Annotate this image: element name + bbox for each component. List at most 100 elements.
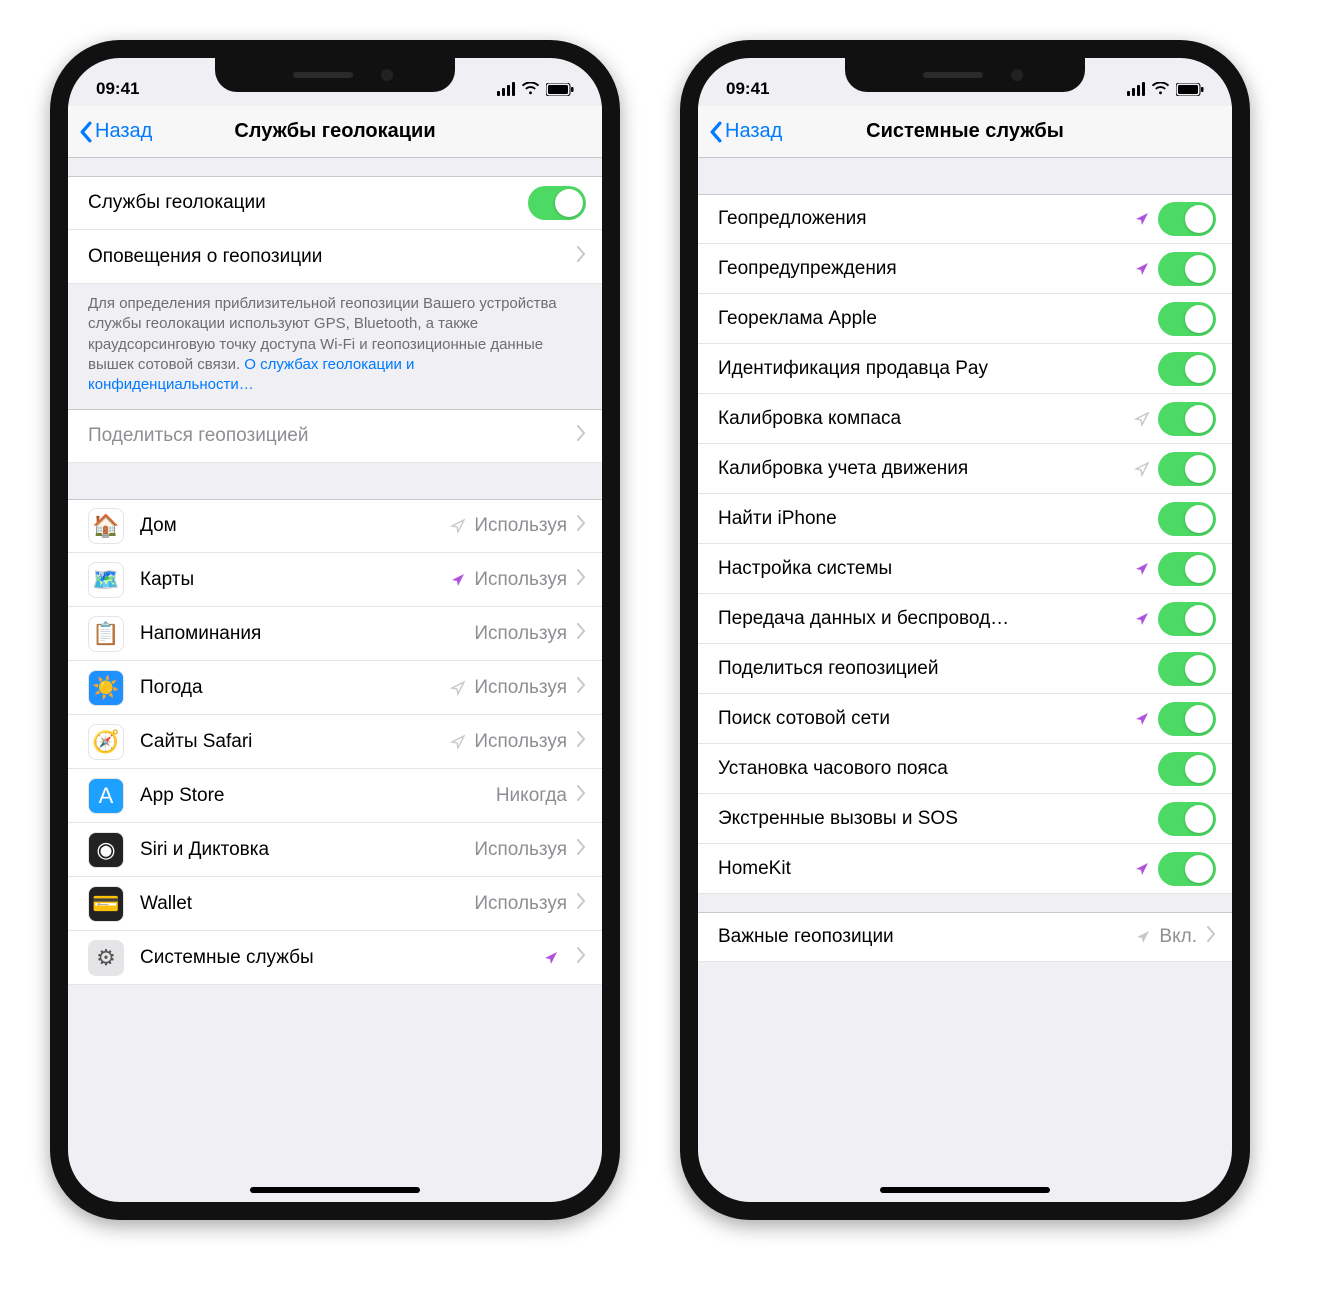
system-service-row[interactable]: Поиск сотовой сети xyxy=(698,694,1232,744)
row-label: Геопредупреждения xyxy=(718,258,1128,280)
app-icon: 🗺️ xyxy=(88,562,124,598)
wifi-icon xyxy=(1151,82,1170,96)
share-location-row[interactable]: Поделиться геопозицией xyxy=(68,409,602,463)
system-service-row[interactable]: Геопредложения xyxy=(698,194,1232,244)
location-services-toggle-row[interactable]: Службы геолокации xyxy=(68,176,602,230)
app-row[interactable]: 📋НапоминанияИспользуя xyxy=(68,607,602,661)
toggle-switch[interactable] xyxy=(1158,602,1216,636)
system-service-row[interactable]: Передача данных и беспровод… xyxy=(698,594,1232,644)
app-row[interactable]: 🏠ДомИспользуя xyxy=(68,499,602,553)
toggle-switch[interactable] xyxy=(1158,652,1216,686)
chevron-right-icon xyxy=(577,623,586,645)
chevron-right-icon xyxy=(577,246,586,268)
chevron-right-icon xyxy=(577,785,586,807)
toggle-switch[interactable] xyxy=(1158,802,1216,836)
toggle-switch[interactable] xyxy=(1158,252,1216,286)
system-service-row[interactable]: Калибровка учета движения xyxy=(698,444,1232,494)
location-arrow-icon xyxy=(450,518,466,534)
app-icon: 🧭 xyxy=(88,724,124,760)
toggle-switch[interactable] xyxy=(1158,852,1216,886)
app-row[interactable]: 💳WalletИспользуя xyxy=(68,877,602,931)
location-arrow-icon xyxy=(1134,411,1150,427)
location-arrow-icon xyxy=(450,734,466,750)
home-indicator[interactable] xyxy=(250,1187,420,1193)
system-service-row[interactable]: Установка часового пояса xyxy=(698,744,1232,794)
row-detail: Используя xyxy=(474,623,567,645)
chevron-right-icon xyxy=(577,731,586,753)
cell-signal-icon xyxy=(497,82,515,96)
row-label: Поиск сотовой сети xyxy=(718,708,1128,730)
row-label: Системные службы xyxy=(140,947,537,969)
battery-icon xyxy=(1176,83,1204,96)
toggle-switch[interactable] xyxy=(1158,702,1216,736)
location-arrow-icon xyxy=(450,680,466,696)
toggle-switch[interactable] xyxy=(1158,302,1216,336)
location-arrow-icon xyxy=(1134,461,1150,477)
nav-bar: Назад Системные службы xyxy=(698,106,1232,158)
row-detail: Используя xyxy=(474,677,567,699)
system-services-row[interactable]: ⚙ Системные службы xyxy=(68,931,602,985)
row-label: Службы геолокации xyxy=(88,192,528,214)
chevron-right-icon xyxy=(577,893,586,915)
toggle-switch[interactable] xyxy=(1158,352,1216,386)
row-label: Передача данных и беспровод… xyxy=(718,608,1128,630)
system-service-row[interactable]: Найти iPhone xyxy=(698,494,1232,544)
toggle-switch[interactable] xyxy=(1158,752,1216,786)
app-icon: 💳 xyxy=(88,886,124,922)
toggle-switch[interactable] xyxy=(1158,552,1216,586)
app-row[interactable]: ◉Siri и ДиктовкаИспользуя xyxy=(68,823,602,877)
chevron-right-icon xyxy=(577,839,586,861)
row-label: Siri и Диктовка xyxy=(140,839,474,861)
toggle-switch[interactable] xyxy=(528,186,586,220)
back-button[interactable]: Назад xyxy=(708,106,782,157)
app-row[interactable]: 🧭Сайты SafariИспользуя xyxy=(68,715,602,769)
toggle-switch[interactable] xyxy=(1158,202,1216,236)
row-label: Калибровка учета движения xyxy=(718,458,1128,480)
app-row[interactable]: AApp StoreНикогда xyxy=(68,769,602,823)
home-indicator[interactable] xyxy=(880,1187,1050,1193)
app-icon: 🏠 xyxy=(88,508,124,544)
row-detail: Используя xyxy=(474,515,567,537)
chevron-right-icon xyxy=(577,515,586,537)
row-label: Wallet xyxy=(140,893,474,915)
location-arrow-icon xyxy=(450,572,466,588)
row-label: Найти iPhone xyxy=(718,508,1158,530)
back-button[interactable]: Назад xyxy=(78,106,152,157)
toggle-switch[interactable] xyxy=(1158,402,1216,436)
location-arrow-icon xyxy=(1134,711,1150,727)
notch xyxy=(845,58,1085,92)
system-service-row[interactable]: Экстренные вызовы и SOS xyxy=(698,794,1232,844)
system-service-row[interactable]: Калибровка компаса xyxy=(698,394,1232,444)
system-service-row[interactable]: Поделиться геопозицией xyxy=(698,644,1232,694)
system-service-row[interactable]: HomeKit xyxy=(698,844,1232,894)
row-label: Напоминания xyxy=(140,623,474,645)
system-service-row[interactable]: Настройка системы xyxy=(698,544,1232,594)
battery-icon xyxy=(546,83,574,96)
row-label: Настройка системы xyxy=(718,558,1128,580)
row-label: Поделиться геопозицией xyxy=(718,658,1158,680)
system-service-row[interactable]: Геопредупреждения xyxy=(698,244,1232,294)
system-service-row[interactable]: Идентификация продавца Pay xyxy=(698,344,1232,394)
row-label: Идентификация продавца Pay xyxy=(718,358,1158,380)
notch xyxy=(215,58,455,92)
row-label: Карты xyxy=(140,569,444,591)
toggle-switch[interactable] xyxy=(1158,452,1216,486)
row-label: Экстренные вызовы и SOS xyxy=(718,808,1158,830)
page-title: Системные службы xyxy=(866,120,1064,143)
app-row[interactable]: 🗺️КартыИспользуя xyxy=(68,553,602,607)
row-label: Поделиться геопозицией xyxy=(88,425,567,447)
row-label: Геопредложения xyxy=(718,208,1128,230)
wifi-icon xyxy=(521,82,540,96)
location-arrow-icon xyxy=(543,950,559,966)
chevron-right-icon xyxy=(1207,926,1216,948)
back-label: Назад xyxy=(725,120,782,143)
significant-locations-row[interactable]: Важные геопозиции Вкл. xyxy=(698,912,1232,962)
app-row[interactable]: ☀️ПогодаИспользуя xyxy=(68,661,602,715)
app-icon: ◉ xyxy=(88,832,124,868)
location-alerts-row[interactable]: Оповещения о геопозиции xyxy=(68,230,602,284)
system-service-row[interactable]: Геореклама Apple xyxy=(698,294,1232,344)
chevron-right-icon xyxy=(577,947,586,969)
row-label: Установка часового пояса xyxy=(718,758,1158,780)
footer-explanation: Для определения приблизительной геопозиц… xyxy=(68,284,602,409)
toggle-switch[interactable] xyxy=(1158,502,1216,536)
